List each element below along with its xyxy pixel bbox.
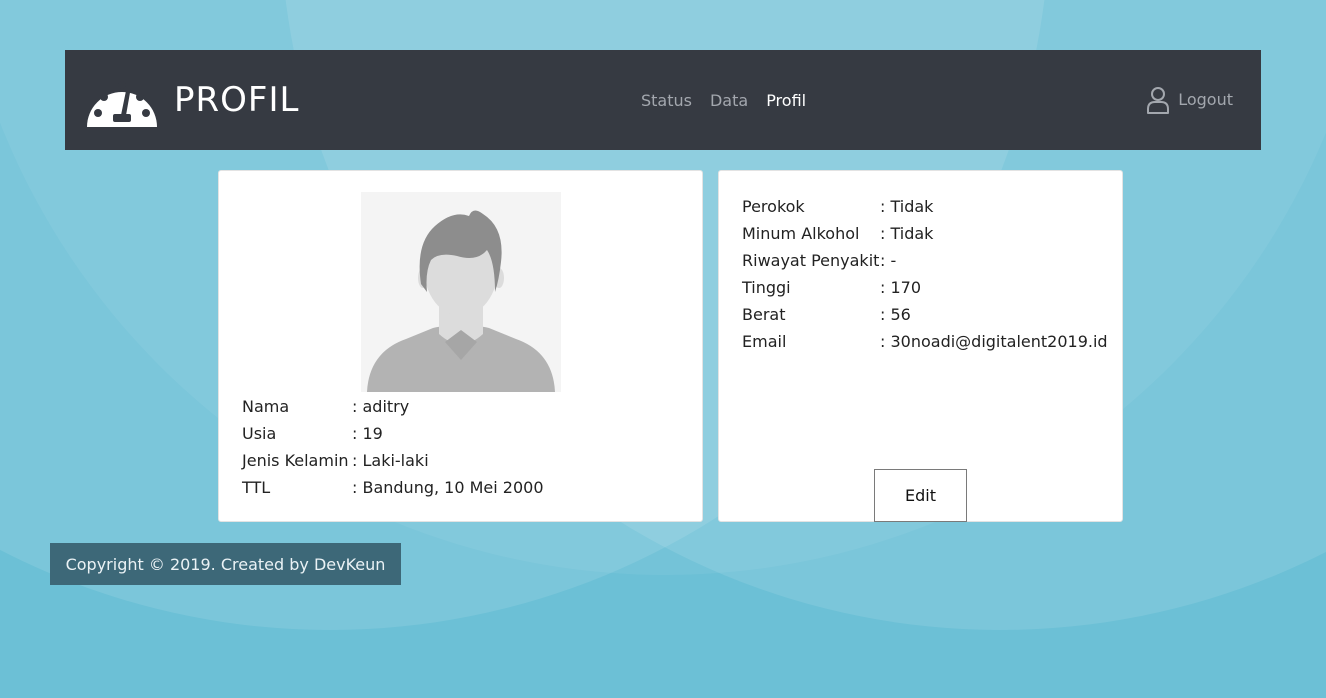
logout-button[interactable]: Logout bbox=[1146, 86, 1233, 114]
health-info-card: Perokok : Tidak Minum Alkohol : Tidak Ri… bbox=[718, 170, 1123, 522]
field-label: Jenis Kelamin bbox=[242, 451, 349, 470]
field-value: : Laki-laki bbox=[352, 451, 429, 470]
info-row-riwayat-penyakit: Riwayat Penyakit : - bbox=[742, 247, 1108, 274]
nav-data-link[interactable]: Data bbox=[710, 90, 748, 112]
field-label: Berat bbox=[742, 305, 786, 324]
user-icon bbox=[1147, 87, 1170, 114]
field-value: : 19 bbox=[352, 424, 383, 443]
info-row-minum-alkohol: Minum Alkohol : Tidak bbox=[742, 220, 1108, 247]
field-value: : 30noadi@digitalent2019.id bbox=[880, 332, 1108, 351]
field-value: : aditry bbox=[352, 397, 410, 416]
field-value: : 56 bbox=[880, 305, 911, 324]
field-value: : Tidak bbox=[880, 224, 934, 243]
info-row-email: Email : 30noadi@digitalent2019.id bbox=[742, 328, 1108, 355]
main-nav: Status Data Profil bbox=[641, 90, 806, 112]
field-label: Usia bbox=[242, 424, 277, 443]
info-row-usia: Usia : 19 bbox=[242, 420, 544, 447]
field-label: Perokok bbox=[742, 197, 805, 216]
field-label: Minum Alkohol bbox=[742, 224, 860, 243]
profile-card: Nama : aditry Usia : 19 Jenis Kelamin : … bbox=[218, 170, 703, 522]
field-label: Tinggi bbox=[742, 278, 791, 297]
profile-info: Nama : aditry Usia : 19 Jenis Kelamin : … bbox=[242, 393, 544, 501]
nav-status-link[interactable]: Status bbox=[641, 90, 692, 112]
field-value: : 170 bbox=[880, 278, 922, 297]
info-row-jenis-kelamin: Jenis Kelamin : Laki-laki bbox=[242, 447, 544, 474]
info-row-perokok: Perokok : Tidak bbox=[742, 193, 1108, 220]
info-row-berat: Berat : 56 bbox=[742, 301, 1108, 328]
field-value: : - bbox=[880, 251, 897, 270]
field-label: Nama bbox=[242, 397, 290, 416]
speedometer-icon[interactable] bbox=[85, 70, 159, 130]
field-label: Email bbox=[742, 332, 787, 351]
default-avatar-icon bbox=[361, 192, 561, 392]
health-info: Perokok : Tidak Minum Alkohol : Tidak Ri… bbox=[742, 193, 1108, 355]
info-row-tinggi: Tinggi : 170 bbox=[742, 274, 1108, 301]
page-title: PROFIL bbox=[174, 80, 300, 120]
field-value: : Tidak bbox=[880, 197, 934, 216]
field-label: Riwayat Penyakit bbox=[742, 251, 880, 270]
info-row-nama: Nama : aditry bbox=[242, 393, 544, 420]
footer-copyright: Copyright © 2019. Created by DevKeun bbox=[50, 543, 401, 585]
nav-profil-link[interactable]: Profil bbox=[766, 90, 806, 112]
info-row-ttl: TTL : Bandung, 10 Mei 2000 bbox=[242, 474, 544, 501]
field-value: : Bandung, 10 Mei 2000 bbox=[352, 478, 544, 497]
top-navbar: PROFIL Status Data Profil Logout bbox=[65, 50, 1261, 150]
logout-label: Logout bbox=[1178, 90, 1233, 109]
field-label: TTL bbox=[242, 478, 271, 497]
edit-button[interactable]: Edit bbox=[874, 469, 967, 522]
